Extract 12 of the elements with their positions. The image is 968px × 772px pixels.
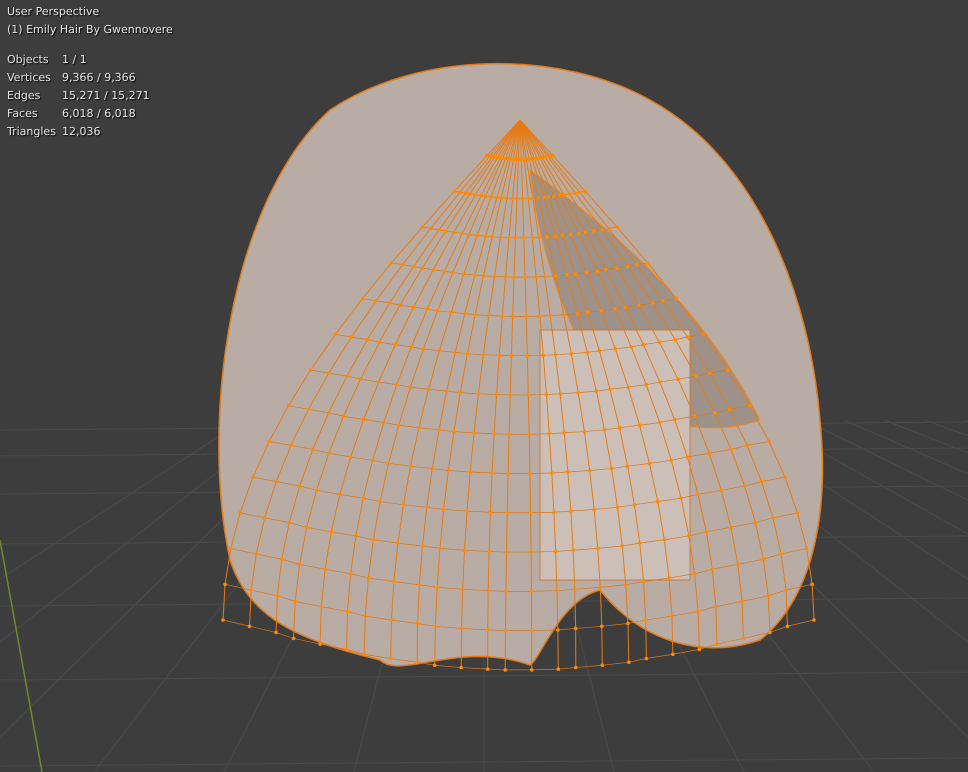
stat-label: Objects [7,52,50,68]
stat-label: Faces [7,106,39,122]
stat-label: Edges [7,88,42,104]
stat-value: 15,271 / 15,271 [62,88,151,104]
object-name: (1) Emily Hair By Gwennovere [7,22,173,38]
stat-label: Vertices [7,70,52,86]
stat-value: 12,036 [62,124,102,140]
stat-value: 1 / 1 [62,52,88,68]
stat-value: 9,366 / 9,366 [62,70,137,86]
stat-value: 6,018 / 6,018 [62,106,137,122]
stat-label: Triangles [7,124,57,140]
view-name: User Perspective [7,4,100,20]
